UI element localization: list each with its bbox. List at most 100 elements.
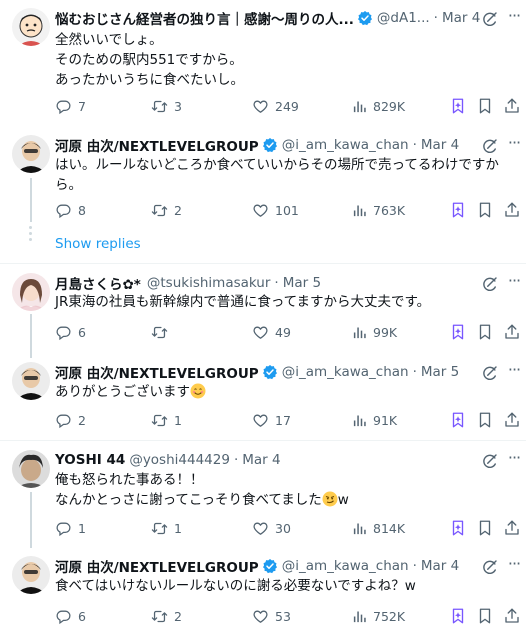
repost-icon bbox=[151, 98, 168, 115]
avatar[interactable] bbox=[12, 450, 50, 488]
reply-icon bbox=[55, 520, 72, 537]
grok-icon[interactable] bbox=[481, 558, 499, 576]
grok-post-icon[interactable] bbox=[449, 411, 467, 429]
like-button[interactable]: 101 bbox=[252, 200, 299, 220]
avatar[interactable] bbox=[12, 362, 50, 400]
author-name[interactable]: 河原 由次/NEXTLEVELGROUP bbox=[55, 135, 259, 155]
verified-badge-icon bbox=[262, 364, 278, 380]
reply-button[interactable]: 7 bbox=[55, 96, 86, 116]
like-icon bbox=[252, 608, 269, 625]
repost-button[interactable] bbox=[151, 322, 174, 342]
views-button[interactable]: 763K bbox=[352, 200, 405, 220]
grok-post-icon[interactable] bbox=[449, 519, 467, 537]
views-button[interactable]: 99K bbox=[352, 322, 397, 342]
reply-icon bbox=[55, 98, 72, 115]
timestamp[interactable]: Mar 4 bbox=[421, 558, 459, 574]
like-icon bbox=[252, 520, 269, 537]
grok-icon[interactable] bbox=[481, 452, 499, 470]
timestamp[interactable]: Mar 4 bbox=[242, 452, 280, 468]
bookmark-icon[interactable] bbox=[476, 411, 494, 429]
views-button[interactable]: 814K bbox=[352, 518, 405, 538]
more-options-icon[interactable]: ··· bbox=[505, 135, 523, 154]
tweet-actions: 8 2 101 763K bbox=[55, 200, 521, 220]
author-handle[interactable]: @i_am_kawa_chan bbox=[282, 364, 409, 380]
views-button[interactable]: 752K bbox=[352, 606, 405, 626]
author-name[interactable]: 月島さくら✿* bbox=[55, 273, 141, 293]
grok-post-icon[interactable] bbox=[449, 323, 467, 341]
divider bbox=[0, 263, 526, 264]
more-options-icon[interactable]: ··· bbox=[505, 273, 523, 292]
author-name[interactable]: 河原 由次/NEXTLEVELGROUP bbox=[55, 556, 259, 576]
author-handle[interactable]: @tsukishimasakur bbox=[147, 275, 271, 291]
like-button[interactable]: 17 bbox=[252, 410, 291, 430]
like-icon bbox=[252, 202, 269, 219]
grok-icon[interactable] bbox=[481, 364, 499, 382]
reply-count: 6 bbox=[78, 324, 86, 340]
avatar[interactable] bbox=[12, 273, 50, 311]
grok-post-icon[interactable] bbox=[449, 97, 467, 115]
bookmark-icon[interactable] bbox=[476, 607, 494, 625]
repost-count: 2 bbox=[174, 202, 182, 218]
avatar[interactable] bbox=[12, 8, 50, 46]
separator-dot: · bbox=[412, 364, 417, 380]
repost-button[interactable]: 2 bbox=[151, 200, 182, 220]
avatar[interactable] bbox=[12, 135, 50, 173]
views-button[interactable]: 829K bbox=[352, 96, 405, 116]
bookmark-icon[interactable] bbox=[476, 519, 494, 537]
author-handle[interactable]: @dA1... bbox=[377, 10, 430, 26]
share-icon[interactable] bbox=[503, 97, 521, 115]
reply-button[interactable]: 2 bbox=[55, 410, 86, 430]
share-icon[interactable] bbox=[503, 411, 521, 429]
grok-icon[interactable] bbox=[481, 137, 499, 155]
author-name[interactable]: 河原 由次/NEXTLEVELGROUP bbox=[55, 362, 259, 382]
verified-badge-icon bbox=[357, 10, 373, 26]
more-options-icon[interactable]: ··· bbox=[505, 450, 523, 469]
repost-button[interactable]: 1 bbox=[151, 518, 182, 538]
author-handle[interactable]: @i_am_kawa_chan bbox=[282, 137, 409, 153]
share-icon[interactable] bbox=[503, 201, 521, 219]
timestamp[interactable]: Mar 5 bbox=[283, 275, 321, 291]
reply-button[interactable]: 8 bbox=[55, 200, 86, 220]
like-button[interactable]: 53 bbox=[252, 606, 291, 626]
author-name[interactable]: 悩むおじさん経営者の独り言｜感謝〜周りの人... bbox=[55, 8, 354, 28]
reply-count: 8 bbox=[78, 202, 86, 218]
repost-button[interactable]: 1 bbox=[151, 410, 182, 430]
author-handle[interactable]: @yoshi444429 bbox=[129, 452, 230, 468]
like-button[interactable]: 249 bbox=[252, 96, 299, 116]
show-replies-link[interactable]: Show replies bbox=[55, 236, 141, 252]
grok-icon[interactable] bbox=[481, 10, 499, 28]
timestamp[interactable]: Mar 5 bbox=[421, 364, 459, 380]
separator-dot: · bbox=[412, 137, 417, 153]
share-icon[interactable] bbox=[503, 519, 521, 537]
more-options-icon[interactable]: ··· bbox=[505, 556, 523, 575]
smirking-face-emoji-icon bbox=[322, 491, 338, 507]
timestamp[interactable]: Mar 4 bbox=[442, 10, 480, 26]
author-name[interactable]: YOSHI 44 bbox=[55, 452, 125, 468]
like-button[interactable]: 30 bbox=[252, 518, 291, 538]
share-icon[interactable] bbox=[503, 323, 521, 341]
bookmark-icon[interactable] bbox=[476, 97, 494, 115]
verified-badge-icon bbox=[262, 137, 278, 153]
bookmark-icon[interactable] bbox=[476, 201, 494, 219]
reply-icon bbox=[55, 608, 72, 625]
reply-button[interactable]: 1 bbox=[55, 518, 86, 538]
author-handle[interactable]: @i_am_kawa_chan bbox=[282, 558, 409, 574]
reply-count: 2 bbox=[78, 412, 86, 428]
avatar[interactable] bbox=[12, 556, 50, 594]
grok-post-icon[interactable] bbox=[449, 201, 467, 219]
like-button[interactable]: 49 bbox=[252, 322, 291, 342]
bookmark-icon[interactable] bbox=[476, 323, 494, 341]
grok-icon[interactable] bbox=[481, 275, 499, 293]
repost-button[interactable]: 2 bbox=[151, 606, 182, 626]
more-options-icon[interactable]: ··· bbox=[505, 362, 523, 381]
views-button[interactable]: 91K bbox=[352, 410, 397, 430]
repost-button[interactable]: 3 bbox=[151, 96, 182, 116]
share-icon[interactable] bbox=[503, 607, 521, 625]
timestamp[interactable]: Mar 4 bbox=[421, 137, 459, 153]
more-options-icon[interactable]: ··· bbox=[505, 8, 523, 27]
reply-icon bbox=[55, 324, 72, 341]
reply-button[interactable]: 6 bbox=[55, 606, 86, 626]
grok-post-icon[interactable] bbox=[449, 607, 467, 625]
reply-button[interactable]: 6 bbox=[55, 322, 86, 342]
reply-icon bbox=[55, 202, 72, 219]
